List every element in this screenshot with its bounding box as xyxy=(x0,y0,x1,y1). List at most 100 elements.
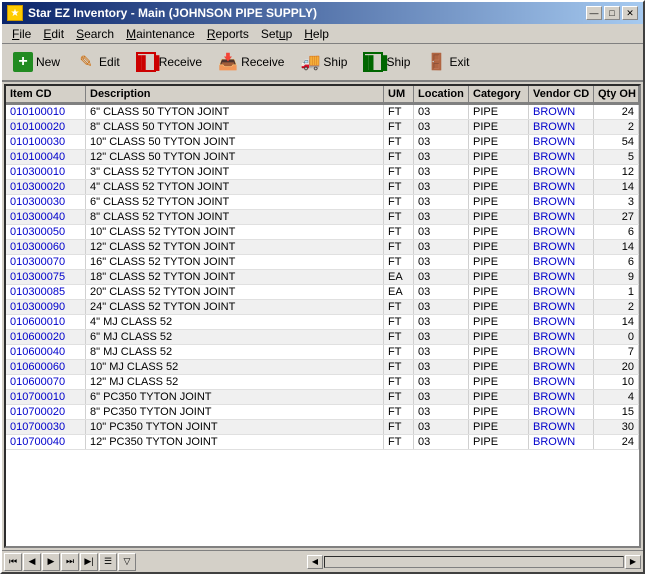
receive-text-button[interactable]: 📥 Receive xyxy=(211,48,291,76)
new-button[interactable]: + New xyxy=(6,48,67,76)
nav-prev-button[interactable]: ◀ xyxy=(23,553,41,571)
cell-vendor-cd: BROWN xyxy=(529,240,594,254)
hscroll-right-button[interactable]: ▶ xyxy=(625,555,641,569)
table-row[interactable]: 010300085 20" CLASS 52 TYTON JOINT EA 03… xyxy=(6,285,639,300)
menu-reports[interactable]: Reports xyxy=(201,26,255,42)
table-row[interactable]: 010600020 6" MJ CLASS 52 FT 03 PIPE BROW… xyxy=(6,330,639,345)
col-header-location[interactable]: Location xyxy=(414,86,469,104)
table-row[interactable]: 010600070 12" MJ CLASS 52 FT 03 PIPE BRO… xyxy=(6,375,639,390)
receive-text-icon: 📥 xyxy=(218,52,238,72)
cell-location: 03 xyxy=(414,285,469,299)
table-row[interactable]: 010300030 6" CLASS 52 TYTON JOINT FT 03 … xyxy=(6,195,639,210)
cell-vendor-cd: BROWN xyxy=(529,345,594,359)
cell-qty-oh: 0 xyxy=(594,330,639,344)
table-row[interactable]: 010600010 4" MJ CLASS 52 FT 03 PIPE BROW… xyxy=(6,315,639,330)
table-row[interactable]: 010700030 10" PC350 TYTON JOINT FT 03 PI… xyxy=(6,420,639,435)
table-row[interactable]: 010700010 6" PC350 TYTON JOINT FT 03 PIP… xyxy=(6,390,639,405)
cell-location: 03 xyxy=(414,420,469,434)
table-row[interactable]: 010100010 6" CLASS 50 TYTON JOINT FT 03 … xyxy=(6,105,639,120)
cell-qty-oh: 7 xyxy=(594,345,639,359)
edit-label: Edit xyxy=(99,55,120,69)
nav-first-button[interactable]: ⏮ xyxy=(4,553,22,571)
table-row[interactable]: 010300040 8" CLASS 52 TYTON JOINT FT 03 … xyxy=(6,210,639,225)
col-header-qty-oh[interactable]: Qty OH xyxy=(594,86,639,104)
cell-um: FT xyxy=(384,360,414,374)
cell-qty-oh: 20 xyxy=(594,360,639,374)
nav-list-button[interactable]: ☰ xyxy=(99,553,117,571)
col-header-category[interactable]: Category xyxy=(469,86,529,104)
table-body[interactable]: 010100010 6" CLASS 50 TYTON JOINT FT 03 … xyxy=(6,105,639,546)
ship-barcode-icon: 🚚 xyxy=(300,52,320,72)
minimize-button[interactable]: — xyxy=(586,6,602,20)
ship-text-button[interactable]: ▐▌▐ Ship xyxy=(356,48,417,76)
cell-qty-oh: 54 xyxy=(594,135,639,149)
maximize-button[interactable]: □ xyxy=(604,6,620,20)
table-row[interactable]: 010100030 10" CLASS 50 TYTON JOINT FT 03… xyxy=(6,135,639,150)
edit-button[interactable]: ✎ Edit xyxy=(69,48,127,76)
close-button[interactable]: ✕ xyxy=(622,6,638,20)
table-row[interactable]: 010300070 16" CLASS 52 TYTON JOINT FT 03… xyxy=(6,255,639,270)
cell-qty-oh: 12 xyxy=(594,165,639,179)
cell-qty-oh: 14 xyxy=(594,240,639,254)
cell-location: 03 xyxy=(414,150,469,164)
table-row[interactable]: 010100020 8" CLASS 50 TYTON JOINT FT 03 … xyxy=(6,120,639,135)
cell-um: FT xyxy=(384,315,414,329)
cell-item-cd: 010300075 xyxy=(6,270,86,284)
col-header-vendor-cd[interactable]: Vendor CD xyxy=(529,86,594,104)
table-row[interactable]: 010300050 10" CLASS 52 TYTON JOINT FT 03… xyxy=(6,225,639,240)
nav-last-button[interactable]: ⏭ xyxy=(61,553,79,571)
new-icon: + xyxy=(13,52,33,72)
menu-help[interactable]: Help xyxy=(298,26,335,42)
cell-category: PIPE xyxy=(469,120,529,134)
cell-category: PIPE xyxy=(469,135,529,149)
hscroll-left-button[interactable]: ◀ xyxy=(307,555,323,569)
cell-category: PIPE xyxy=(469,255,529,269)
cell-item-cd: 010300020 xyxy=(6,180,86,194)
cell-item-cd: 010600040 xyxy=(6,345,86,359)
col-header-um[interactable]: UM xyxy=(384,86,414,104)
table-row[interactable]: 010100040 12" CLASS 50 TYTON JOINT FT 03… xyxy=(6,150,639,165)
nav-next-button[interactable]: ▶ xyxy=(42,553,60,571)
table-row[interactable]: 010300020 4" CLASS 52 TYTON JOINT FT 03 … xyxy=(6,180,639,195)
cell-description: 4" CLASS 52 TYTON JOINT xyxy=(86,180,384,194)
nav-filter-button[interactable]: ▽ xyxy=(118,553,136,571)
col-header-item-cd[interactable]: Item CD xyxy=(6,86,86,104)
exit-button[interactable]: 🚪 Exit xyxy=(419,48,476,76)
cell-vendor-cd: BROWN xyxy=(529,300,594,314)
col-header-description[interactable]: Description xyxy=(86,86,384,104)
menu-setup[interactable]: Setup xyxy=(255,26,298,42)
cell-qty-oh: 24 xyxy=(594,435,639,449)
title-bar-left: ★ Star EZ Inventory - Main (JOHNSON PIPE… xyxy=(7,5,317,21)
cell-um: FT xyxy=(384,180,414,194)
table-row[interactable]: 010600040 8" MJ CLASS 52 FT 03 PIPE BROW… xyxy=(6,345,639,360)
cell-item-cd: 010600020 xyxy=(6,330,86,344)
cell-vendor-cd: BROWN xyxy=(529,210,594,224)
table-row[interactable]: 010300090 24" CLASS 52 TYTON JOINT FT 03… xyxy=(6,300,639,315)
table-row[interactable]: 010700020 8" PC350 TYTON JOINT FT 03 PIP… xyxy=(6,405,639,420)
nav-play-button[interactable]: ▶| xyxy=(80,553,98,571)
ship-barcode-button[interactable]: 🚚 Ship xyxy=(293,48,354,76)
cell-category: PIPE xyxy=(469,330,529,344)
receive-barcode-button[interactable]: ▐▌▐ Receive xyxy=(129,48,209,76)
cell-um: FT xyxy=(384,225,414,239)
cell-category: PIPE xyxy=(469,180,529,194)
hscroll-track[interactable] xyxy=(324,556,624,568)
menu-edit[interactable]: Edit xyxy=(37,26,70,42)
table-row[interactable]: 010600060 10" MJ CLASS 52 FT 03 PIPE BRO… xyxy=(6,360,639,375)
cell-um: FT xyxy=(384,135,414,149)
menu-maintenance[interactable]: Maintenance xyxy=(120,26,201,42)
table-row[interactable]: 010300010 3" CLASS 52 TYTON JOINT FT 03 … xyxy=(6,165,639,180)
cell-qty-oh: 9 xyxy=(594,270,639,284)
cell-vendor-cd: BROWN xyxy=(529,435,594,449)
menu-search[interactable]: Search xyxy=(70,26,120,42)
table-row[interactable]: 010300075 18" CLASS 52 TYTON JOINT EA 03… xyxy=(6,270,639,285)
cell-vendor-cd: BROWN xyxy=(529,150,594,164)
table-row[interactable]: 010700040 12" PC350 TYTON JOINT FT 03 PI… xyxy=(6,435,639,450)
cell-item-cd: 010300030 xyxy=(6,195,86,209)
cell-vendor-cd: BROWN xyxy=(529,390,594,404)
menu-file[interactable]: File xyxy=(6,26,37,42)
table-row[interactable]: 010300060 12" CLASS 52 TYTON JOINT FT 03… xyxy=(6,240,639,255)
cell-location: 03 xyxy=(414,435,469,449)
cell-qty-oh: 27 xyxy=(594,210,639,224)
cell-category: PIPE xyxy=(469,165,529,179)
